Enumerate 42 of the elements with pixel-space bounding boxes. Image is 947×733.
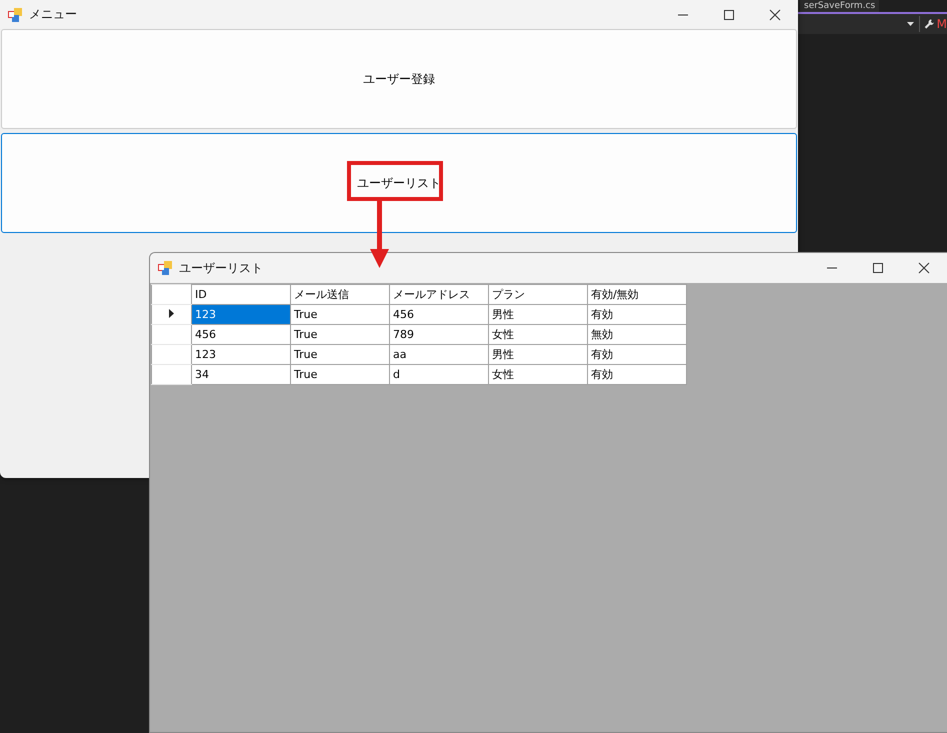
table-cell[interactable]: 女性 (488, 324, 588, 344)
menu-button[interactable]: ユーザー登録 (1, 29, 797, 129)
column-header[interactable]: メール送信 (290, 284, 390, 304)
maximize-icon[interactable] (872, 262, 884, 274)
row-header[interactable] (152, 304, 192, 324)
table-cell[interactable]: 有効 (588, 364, 686, 384)
table-cell[interactable]: 女性 (488, 364, 588, 384)
close-icon[interactable] (918, 262, 930, 274)
menu-button[interactable]: ユーザーリスト (1, 133, 797, 233)
maximize-icon[interactable] (723, 8, 735, 20)
table-cell[interactable]: 有効 (588, 344, 686, 364)
app-icon (8, 8, 22, 22)
table-cell[interactable]: 34 (192, 364, 290, 384)
arrow (370, 201, 389, 268)
column-header[interactable]: 有効/無効 (588, 284, 686, 304)
wrench-icon[interactable] (924, 17, 935, 31)
table-cell[interactable]: 456 (390, 304, 488, 324)
window-title: ユーザーリスト (179, 260, 263, 276)
table-cell[interactable]: True (290, 344, 390, 364)
column-header[interactable]: プラン (488, 284, 588, 304)
editor-tab[interactable]: serSaveForm.cs (800, 0, 880, 12)
table-cell[interactable]: 123 (192, 344, 290, 364)
table-cell[interactable]: 456 (192, 324, 290, 344)
dropdown-caret-icon[interactable] (907, 22, 914, 26)
close-icon[interactable] (769, 8, 781, 20)
table-cell[interactable]: 男性 (488, 344, 588, 364)
column-header[interactable]: ID (192, 284, 290, 304)
table-cell[interactable]: d (390, 364, 488, 384)
table-cell[interactable]: True (290, 324, 390, 344)
table-cell[interactable]: 789 (390, 324, 488, 344)
table-cell[interactable]: aa (390, 344, 488, 364)
window-title: メニュー (29, 6, 77, 23)
table-cell[interactable]: 有効 (588, 304, 686, 324)
table-cell[interactable]: True (290, 304, 390, 324)
column-header[interactable]: メールアドレス (390, 284, 488, 304)
current-row-icon (169, 309, 174, 318)
table-cell[interactable]: 無効 (588, 324, 686, 344)
table-cell[interactable]: 男性 (488, 304, 588, 324)
app-icon (158, 261, 172, 275)
toolbar-label[interactable]: M (936, 17, 947, 31)
table-cell[interactable]: True (290, 364, 390, 384)
table-cell[interactable]: 123 (192, 304, 290, 324)
